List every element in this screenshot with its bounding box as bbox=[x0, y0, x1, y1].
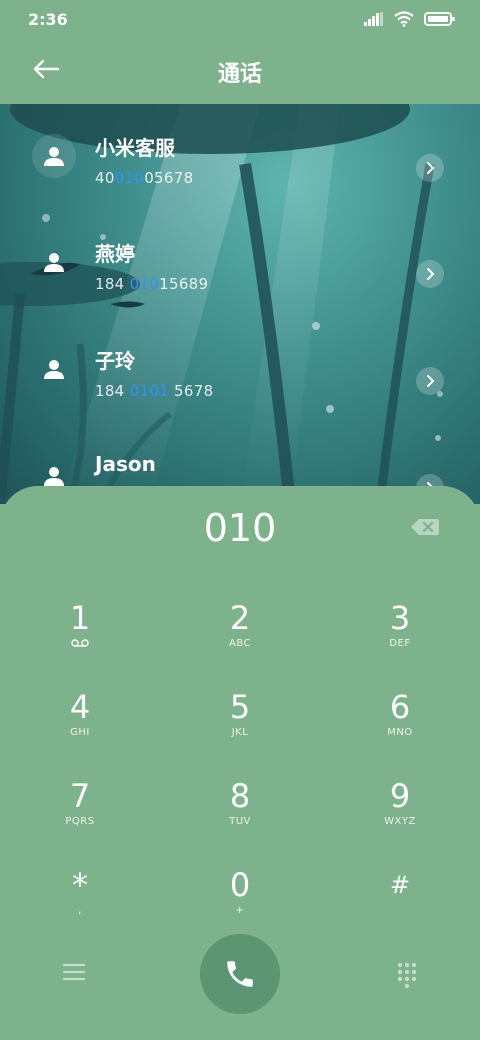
backspace-icon bbox=[411, 519, 439, 535]
person-icon bbox=[44, 253, 64, 272]
key-9[interactable]: 9 WXYZ bbox=[340, 778, 460, 858]
phone-icon bbox=[227, 961, 253, 987]
call-button[interactable] bbox=[200, 934, 280, 1014]
dialed-number: 010 bbox=[203, 506, 277, 550]
contact-name: 小米客服 bbox=[95, 136, 175, 160]
key-digit: 0 bbox=[229, 866, 251, 904]
key-digit: 1 bbox=[69, 599, 91, 637]
key-4[interactable]: 4 GHI bbox=[20, 689, 140, 769]
key-letters: DEF bbox=[389, 638, 411, 649]
key-digit: 9 bbox=[389, 777, 411, 815]
contact-row[interactable]: 燕婷 184 01015689 bbox=[0, 220, 480, 310]
number-suffix: 05678 bbox=[144, 169, 194, 187]
key-letters: PQRS bbox=[65, 816, 95, 827]
contact-detail-button[interactable] bbox=[416, 260, 444, 288]
key-digit: 5 bbox=[229, 688, 251, 726]
key-8[interactable]: 8 TUV bbox=[180, 778, 300, 858]
chevron-right-icon bbox=[427, 375, 435, 387]
contact-name: 燕婷 bbox=[95, 242, 135, 266]
key-letters: GHI bbox=[70, 727, 90, 738]
avatar bbox=[32, 347, 76, 391]
contact-number: 184 01015689 bbox=[95, 275, 208, 293]
key-digit: 7 bbox=[69, 777, 91, 815]
battery-icon bbox=[424, 12, 455, 26]
chevron-right-icon bbox=[427, 162, 435, 174]
key-digit: # bbox=[389, 871, 411, 899]
key-2[interactable]: 2 ABC bbox=[180, 600, 300, 680]
dialpad-toggle-button[interactable] bbox=[394, 960, 420, 990]
status-time: 2:36 bbox=[28, 10, 68, 29]
key-letters: JKL bbox=[231, 727, 249, 738]
wifi-icon bbox=[394, 11, 414, 27]
key-digit: * bbox=[72, 866, 88, 904]
key-digit: 3 bbox=[389, 599, 411, 637]
number-suffix: 5678 bbox=[168, 382, 214, 400]
status-icons bbox=[364, 11, 456, 27]
key-1[interactable]: 1 bbox=[20, 600, 140, 680]
page-title: 通话 bbox=[217, 62, 262, 87]
person-icon bbox=[44, 360, 64, 379]
key-digit: 8 bbox=[229, 777, 251, 815]
voicemail-icon bbox=[71, 639, 89, 647]
number-match: 010 bbox=[129, 275, 160, 293]
key-3[interactable]: 3 DEF bbox=[340, 600, 460, 680]
avatar bbox=[32, 134, 76, 178]
signal-icon bbox=[364, 12, 383, 26]
key-5[interactable]: 5 JKL bbox=[180, 689, 300, 769]
contact-name: Jason bbox=[95, 452, 156, 476]
dialer-panel: 010 1 2 ABC 3 DEF 4 GHI 5 JKL 6 MNO 7 PQ… bbox=[0, 486, 480, 1040]
contact-number: 4001005678 bbox=[95, 169, 193, 187]
contact-detail-button[interactable] bbox=[416, 154, 444, 182]
key-letters bbox=[20, 638, 140, 652]
number-prefix: 40 bbox=[95, 169, 115, 187]
key-letters: ABC bbox=[228, 638, 251, 649]
backspace-button[interactable] bbox=[410, 517, 440, 537]
key-hash[interactable]: # bbox=[340, 867, 460, 947]
key-star[interactable]: * , bbox=[20, 867, 140, 947]
contact-number: 184 0101 5678 bbox=[95, 382, 213, 400]
key-6[interactable]: 6 MNO bbox=[340, 689, 460, 769]
contact-name: 子玲 bbox=[95, 349, 135, 373]
status-bar: 2:36 bbox=[0, 0, 480, 40]
contact-row[interactable]: 子玲 184 0101 5678 bbox=[0, 327, 480, 417]
key-letters: , bbox=[78, 905, 82, 916]
key-letters: MNO bbox=[387, 727, 413, 738]
menu-button[interactable] bbox=[60, 960, 88, 984]
key-letters: WXYZ bbox=[384, 816, 416, 827]
person-icon bbox=[44, 147, 64, 166]
contact-detail-button[interactable] bbox=[416, 367, 444, 395]
number-match: 0101 bbox=[129, 382, 169, 400]
key-digit: 6 bbox=[389, 688, 411, 726]
contact-results: 小米客服 4001005678 燕婷 184 01015689 子玲 184 0… bbox=[0, 104, 480, 504]
menu-icon bbox=[62, 963, 86, 981]
key-letters bbox=[340, 905, 460, 919]
number-prefix: 184 bbox=[95, 382, 130, 400]
app-bar: 通话 bbox=[0, 40, 480, 104]
key-letters: + bbox=[235, 905, 245, 916]
number-prefix: 184 bbox=[95, 275, 130, 293]
contact-row[interactable]: 小米客服 4001005678 bbox=[0, 114, 480, 204]
chevron-right-icon bbox=[427, 268, 435, 280]
key-7[interactable]: 7 PQRS bbox=[20, 778, 140, 858]
avatar bbox=[32, 240, 76, 284]
dialpad-icon bbox=[397, 962, 417, 989]
number-suffix: 15689 bbox=[159, 275, 209, 293]
person-icon bbox=[44, 467, 64, 486]
key-letters: TUV bbox=[229, 816, 251, 827]
key-digit: 2 bbox=[229, 599, 251, 637]
number-match: 010 bbox=[114, 169, 145, 187]
key-digit: 4 bbox=[69, 688, 91, 726]
